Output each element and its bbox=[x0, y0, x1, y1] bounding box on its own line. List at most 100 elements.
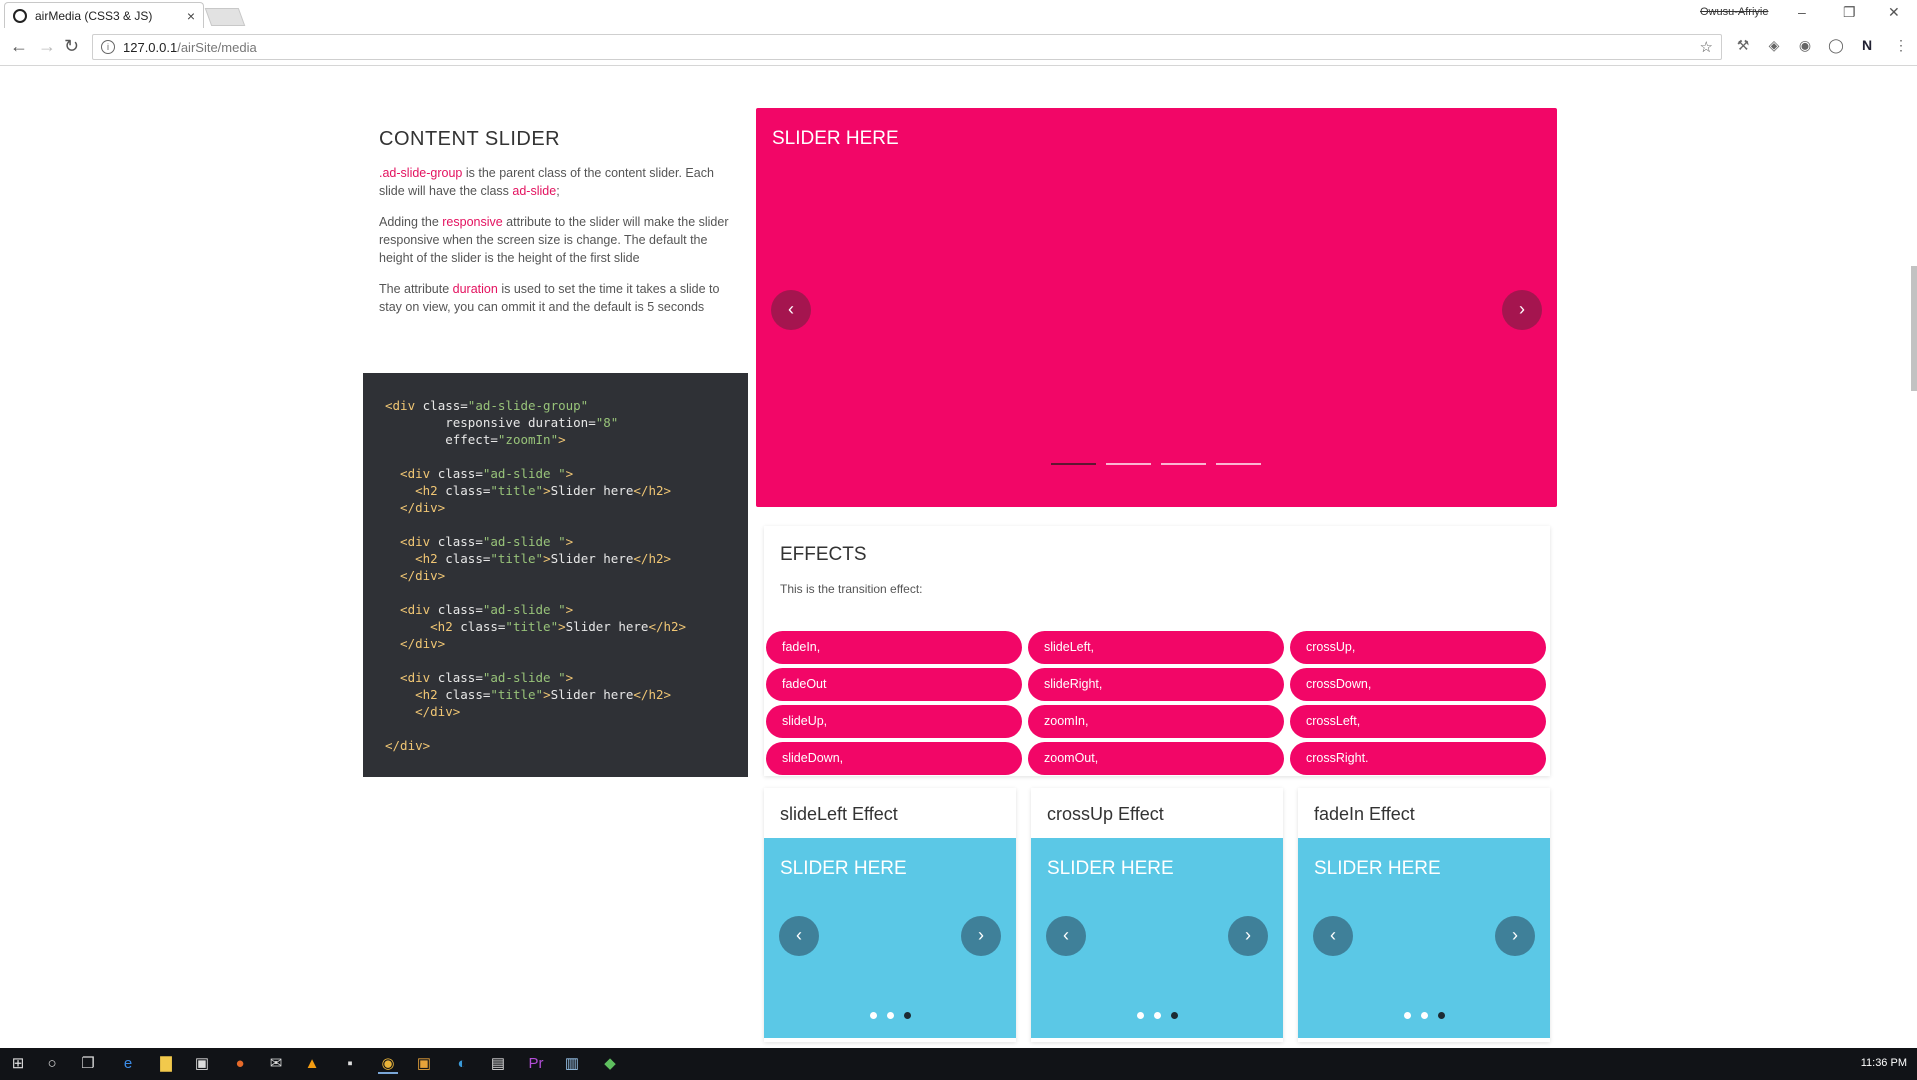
code-token: class= bbox=[437, 534, 483, 549]
slide-title: SLIDER HERE bbox=[780, 858, 907, 879]
slide-dot[interactable] bbox=[1404, 1012, 1411, 1019]
vlc-icon[interactable]: ▲ bbox=[302, 1054, 322, 1074]
app-icon[interactable]: ◐ bbox=[452, 1054, 472, 1074]
code-line: responsive duration="8" bbox=[385, 414, 726, 431]
restore-icon[interactable]: ❐ bbox=[1843, 4, 1856, 21]
back-arrow-icon[interactable]: ← bbox=[10, 36, 28, 57]
edge-browser-icon[interactable]: e bbox=[118, 1054, 138, 1074]
code-token: "ad-slide " bbox=[482, 670, 566, 685]
slide-dot[interactable] bbox=[1154, 1012, 1161, 1019]
code-token: </div> bbox=[385, 738, 431, 753]
address-bar[interactable]: i 127.0.0.1/airSite/media ☆ bbox=[92, 34, 1722, 60]
code-token: <div bbox=[385, 398, 423, 413]
code-token: <div bbox=[385, 670, 438, 685]
code-sample-block: <div class="ad-slide-group" responsive d… bbox=[363, 373, 748, 777]
tab-close-icon[interactable]: × bbox=[187, 8, 195, 24]
code-line: <div class="ad-slide "> bbox=[385, 533, 726, 550]
demo-card-heading: fadeIn Effect bbox=[1314, 804, 1415, 824]
effect-pill: crossRight. bbox=[1290, 742, 1546, 775]
slide-dot[interactable] bbox=[1421, 1012, 1428, 1019]
search-icon[interactable]: ○ bbox=[42, 1054, 62, 1074]
slider-next-button[interactable]: › bbox=[1228, 916, 1268, 956]
demo-card-heading: crossUp Effect bbox=[1047, 804, 1164, 824]
code-token: <h2 bbox=[385, 687, 446, 702]
code-line: <h2 class="title">Slider here</h2> bbox=[385, 618, 726, 635]
slide-dot[interactable] bbox=[870, 1012, 877, 1019]
mail-icon[interactable]: ✉ bbox=[266, 1054, 286, 1074]
effect-pill: slideRight, bbox=[1028, 668, 1284, 701]
slider-next-button[interactable]: › bbox=[1495, 916, 1535, 956]
code-token: Slider here bbox=[550, 687, 634, 702]
forward-arrow-icon[interactable]: → bbox=[38, 36, 56, 57]
slide-dot[interactable] bbox=[887, 1012, 894, 1019]
code-term: .ad-slide-group bbox=[379, 166, 463, 180]
code-line: <h2 class="title">Slider here</h2> bbox=[385, 550, 726, 567]
slide-indicator[interactable] bbox=[1216, 463, 1261, 465]
extension-cube-icon[interactable]: ◈ bbox=[1765, 37, 1783, 55]
chrome-icon[interactable]: ◉ bbox=[378, 1054, 398, 1074]
site-info-icon[interactable]: i bbox=[101, 40, 115, 54]
profile-name[interactable]: Owusu-Afriyie bbox=[1700, 6, 1768, 18]
new-tab-button[interactable] bbox=[204, 8, 246, 26]
slide-dot[interactable] bbox=[904, 1012, 911, 1019]
effect-pill: zoomOut, bbox=[1028, 742, 1284, 775]
slider-prev-button[interactable]: ‹ bbox=[779, 916, 819, 956]
slide-indicator[interactable] bbox=[1106, 463, 1151, 465]
slider-prev-button[interactable]: ‹ bbox=[771, 290, 811, 330]
windows-start-icon[interactable]: ⊞ bbox=[8, 1054, 28, 1074]
slider-next-button[interactable]: › bbox=[961, 916, 1001, 956]
store-icon[interactable]: ▣ bbox=[192, 1054, 212, 1074]
app-icon[interactable]: ◆ bbox=[600, 1054, 620, 1074]
close-window-icon[interactable]: ✕ bbox=[1888, 4, 1900, 21]
extension-hammer-icon[interactable]: ⚒ bbox=[1734, 37, 1752, 55]
minimize-icon[interactable]: – bbox=[1798, 4, 1806, 20]
scrollbar-thumb[interactable] bbox=[1911, 266, 1917, 391]
extension-n-icon[interactable]: N bbox=[1858, 37, 1876, 55]
code-token: > bbox=[543, 483, 551, 498]
demo-card-fadein: fadeIn Effect SLIDER HERE ‹ › bbox=[1298, 788, 1550, 1042]
slide-dot[interactable] bbox=[1171, 1012, 1178, 1019]
code-token: </h2> bbox=[633, 687, 672, 702]
reload-icon[interactable]: ↻ bbox=[64, 36, 79, 57]
slider-prev-button[interactable]: ‹ bbox=[1046, 916, 1086, 956]
code-token: <div bbox=[385, 602, 438, 617]
slide-indicator[interactable] bbox=[1051, 463, 1096, 465]
code-line: </div> bbox=[385, 499, 726, 516]
extension-camera-icon[interactable]: ◉ bbox=[1796, 37, 1814, 55]
app-icon[interactable]: ▣ bbox=[414, 1054, 434, 1074]
code-line: <h2 class="title">Slider here</h2> bbox=[385, 686, 726, 703]
sticky-notes-icon[interactable]: ▪ bbox=[340, 1054, 360, 1074]
slide-indicator[interactable] bbox=[1161, 463, 1206, 465]
code-line: <div class="ad-slide "> bbox=[385, 465, 726, 482]
slider-prev-button[interactable]: ‹ bbox=[1313, 916, 1353, 956]
app-icon[interactable]: ▥ bbox=[562, 1054, 582, 1074]
page-viewport: CONTENT SLIDER .ad-slide-group is the pa… bbox=[0, 66, 1917, 1048]
code-token: > bbox=[565, 534, 574, 549]
code-token: responsive duration= bbox=[385, 415, 596, 430]
code-token: class= bbox=[445, 483, 491, 498]
premiere-icon[interactable]: Pr bbox=[526, 1054, 546, 1074]
file-explorer-icon[interactable]: ▇ bbox=[156, 1054, 176, 1074]
task-view-icon[interactable]: ❐ bbox=[78, 1054, 98, 1074]
extension-circle-icon[interactable]: ◯ bbox=[1827, 37, 1845, 55]
bookmark-star-icon[interactable]: ☆ bbox=[1700, 38, 1713, 56]
code-token: > bbox=[565, 670, 574, 685]
demo-slider: SLIDER HERE ‹ › bbox=[764, 838, 1016, 1038]
menu-kebab-icon[interactable]: ⋮ bbox=[1892, 37, 1910, 55]
slide-dot[interactable] bbox=[1137, 1012, 1144, 1019]
firefox-icon[interactable]: ● bbox=[230, 1054, 250, 1074]
code-token: <h2 bbox=[385, 483, 446, 498]
slider-next-button[interactable]: › bbox=[1502, 290, 1542, 330]
code-token: <div bbox=[385, 534, 438, 549]
code-token: class= bbox=[437, 466, 483, 481]
slide-dot[interactable] bbox=[1438, 1012, 1445, 1019]
code-line: </div> bbox=[385, 737, 726, 754]
url-host: 127.0.0.1 bbox=[123, 39, 178, 55]
browser-tab-active[interactable]: airMedia (CSS3 & JS) × bbox=[4, 2, 204, 28]
tab-title: airMedia (CSS3 & JS) bbox=[35, 8, 153, 23]
code-line: effect="zoomIn"> bbox=[385, 431, 726, 448]
app-icon[interactable]: ▤ bbox=[488, 1054, 508, 1074]
